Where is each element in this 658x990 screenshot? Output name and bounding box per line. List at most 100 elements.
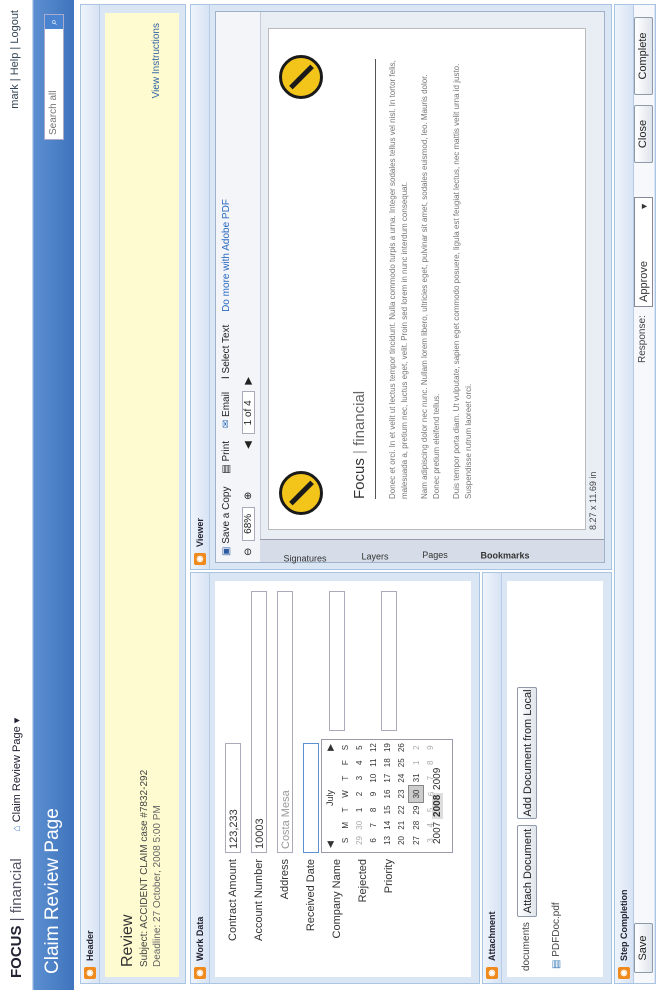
help-link[interactable]: Help [9, 53, 21, 76]
view-instructions-link[interactable]: View Instructions [151, 23, 162, 98]
prev-page-icon[interactable]: ◀ [243, 441, 254, 449]
calendar-day[interactable]: 12 [366, 740, 380, 755]
priority-input[interactable] [381, 591, 397, 731]
printer-icon: ▤ [221, 464, 232, 474]
calendar-weekday: S [340, 744, 350, 751]
add-document-local-button[interactable]: Add Document from Local [517, 687, 537, 819]
company-name-input[interactable] [329, 591, 345, 731]
calendar-day[interactable]: 9 [366, 786, 380, 802]
logout-link[interactable]: Logout [9, 10, 21, 44]
search-input[interactable] [45, 29, 61, 139]
calendar-week: 13 14 15 16 17 18 19 [380, 740, 394, 848]
user-links: mark | Help | Logout [9, 10, 21, 109]
email-button[interactable]: ✉ Email [221, 392, 232, 428]
attach-document-button[interactable]: Attach Document [517, 825, 537, 917]
zoom-out-icon[interactable]: ⊖ [243, 548, 254, 556]
save-copy-button[interactable]: ▣ Save a Copy [221, 487, 232, 557]
calendar-day[interactable]: 17 [380, 770, 394, 786]
calendar-day[interactable]: 21 [394, 818, 409, 833]
calendar-day[interactable]: 7 [366, 818, 380, 833]
calendar-day[interactable]: 28 [409, 818, 424, 833]
response-label: Response: [637, 315, 648, 363]
pdf-toolbar: ▣ Save a Copy ▤ Print ✉ Email Ⅰ Select T… [216, 12, 239, 562]
calendar-prev-icon[interactable]: ◀ [325, 841, 336, 848]
calendar-day[interactable]: 24 [394, 770, 409, 786]
calendar-day[interactable]: 25 [394, 755, 409, 770]
calendar-day[interactable]: 6 [366, 833, 380, 848]
calendar-day[interactable]: 23 [394, 786, 409, 802]
calendar-weekday-row: S M T W T F S [338, 740, 352, 848]
calendar-day[interactable]: 30 [408, 785, 424, 803]
received-date-input[interactable] [303, 743, 319, 853]
zoom-in-icon[interactable]: ⊕ [243, 492, 254, 500]
tab-pages[interactable]: Pages [422, 550, 448, 560]
email-label: Email [221, 391, 232, 417]
brand-main: FOCUS [8, 925, 25, 979]
close-button[interactable]: Close [634, 105, 653, 163]
tab-bookmarks[interactable]: Bookmarks [480, 550, 529, 560]
header-title-text: Header [85, 930, 95, 961]
calendar-next-icon[interactable]: ▶ [325, 744, 336, 751]
doc-brand: Focus | financial [351, 390, 368, 499]
doc-brand-main: Focus [351, 458, 368, 499]
attachment-panel-title: ◉ Attachment [483, 573, 502, 983]
calendar-day[interactable]: 8 [366, 802, 380, 818]
review-deadline: Deadline: 27 October, 2008 5:00 PM [152, 805, 163, 967]
calendar-day[interactable]: 29 [409, 802, 424, 818]
calendar-day[interactable]: 11 [366, 755, 380, 770]
calendar-day[interactable]: 1 [352, 802, 366, 818]
calendar-day[interactable]: 3 [352, 770, 366, 786]
adobe-link[interactable]: Do more with Adobe PDF [221, 199, 232, 312]
calendar-year[interactable]: 2007 [432, 822, 443, 844]
calendar-day[interactable]: 20 [394, 833, 409, 848]
calendar-day[interactable]: 31 [409, 770, 424, 786]
page-indicator[interactable]: 1 of 4 [242, 391, 255, 435]
calendar-day[interactable]: 18 [380, 755, 394, 770]
print-button[interactable]: ▤ Print [221, 441, 232, 474]
calendar-day[interactable]: 14 [380, 818, 394, 833]
tab-layers[interactable]: Layers [361, 551, 388, 561]
file-icon: ▤ [551, 959, 562, 969]
calendar-day[interactable]: 4 [352, 755, 366, 770]
doc-brand-sub: financial [351, 390, 368, 446]
calendar-day[interactable]: 26 [394, 740, 409, 755]
select-text-button[interactable]: Ⅰ Select Text [221, 325, 232, 379]
calendar-day[interactable]: 27 [409, 833, 424, 848]
zoom-level[interactable]: 68% [242, 506, 255, 541]
nav-claim-review[interactable]: ⌂ Claim Review Page ▾ [10, 718, 23, 832]
calendar-years: 2007 2008 2009 [432, 768, 443, 844]
next-page-icon[interactable]: ▶ [243, 377, 254, 385]
calendar-day[interactable]: 30 [352, 818, 366, 833]
search-icon[interactable]: ⌕ [45, 15, 63, 29]
calendar-year[interactable]: 2009 [432, 768, 443, 790]
label-received-date: Received Date [305, 859, 317, 932]
account-number-input[interactable]: 10003 [251, 591, 267, 853]
step-completion-title: ◉ Step Completion [615, 5, 634, 983]
user-link[interactable]: mark [9, 84, 21, 108]
calendar-day[interactable]: 10 [366, 770, 380, 786]
separator: | [9, 75, 21, 85]
documents-label: documents [521, 922, 532, 971]
calendar-day[interactable]: 13 [380, 833, 394, 848]
response-select[interactable]: Approve ▼ [634, 197, 653, 307]
calendar-day[interactable]: 5 [352, 740, 366, 755]
attachment-file[interactable]: ▤ PDFDoc.pdf [551, 902, 562, 969]
tab-signatures[interactable]: Signatures [283, 553, 326, 563]
calendar-day[interactable]: 29 [352, 833, 366, 848]
calendar-day[interactable]: 2 [352, 786, 366, 802]
calendar-day[interactable]: 19 [380, 740, 394, 755]
calendar-week: 6 7 8 9 10 11 12 [366, 740, 380, 848]
address-input[interactable]: Costa Mesa [277, 591, 293, 853]
save-button[interactable]: Save [634, 923, 653, 973]
calendar-weekday: F [340, 760, 350, 766]
calendar-day[interactable]: 15 [380, 802, 394, 818]
calendar-day[interactable]: 2 [409, 740, 424, 755]
calendar-day[interactable]: 1 [409, 755, 424, 770]
complete-button[interactable]: Complete [634, 17, 653, 95]
calendar-year-selected[interactable]: 2008 [432, 792, 443, 819]
calendar-day[interactable]: 16 [380, 786, 394, 802]
nav-label: Claim Review Page ▾ [11, 717, 23, 823]
contract-amount-input[interactable]: 123,233 [225, 743, 241, 853]
calendar-day[interactable]: 9 [424, 740, 439, 755]
calendar-day[interactable]: 22 [394, 802, 409, 818]
